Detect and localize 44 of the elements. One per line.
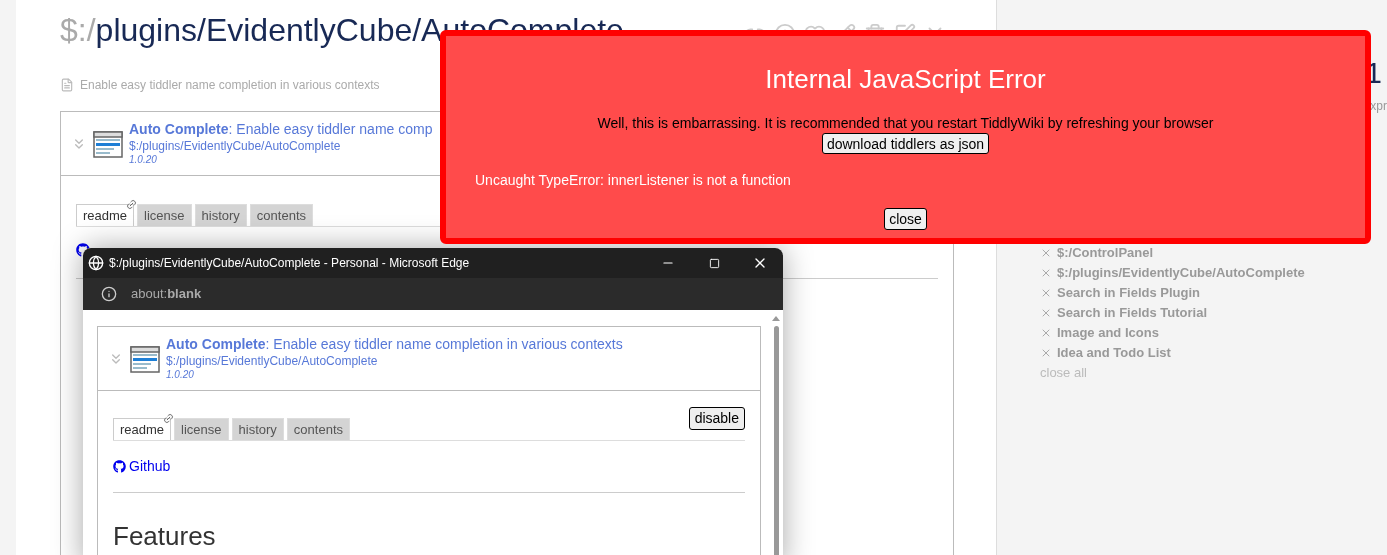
disable-button[interactable]: disable [688, 407, 745, 430]
plugin-path-link[interactable]: $:/plugins/EvidentlyCube/AutoComplete [166, 353, 623, 369]
maximize-icon [708, 257, 720, 269]
error-message: Well, this is embarrassing. It is recommended that you restart TiddlyWiki by refreshing your browser [597, 115, 1214, 131]
plugin-tab[interactable]: license [174, 418, 229, 440]
tiddler-subtitle: Enable easy tiddler name completion in various contexts [80, 77, 380, 94]
plugin-path-link[interactable]: $:/plugins/EvidentlyCube/AutoComplete [129, 138, 433, 154]
plugin-window-icon [130, 343, 160, 374]
globe-icon [88, 255, 104, 271]
open-tiddler-link[interactable]: $:/plugins/EvidentlyCube/AutoComplete [1057, 263, 1305, 283]
plugin-tab[interactable]: contents [249, 204, 313, 226]
error-title: Internal JavaScript Error [765, 63, 1046, 96]
address-text: about:blank [131, 285, 202, 304]
features-heading: Features [113, 520, 217, 553]
github-link[interactable]: Github [113, 456, 171, 477]
open-tiddler-link[interactable]: Idea and Todo List [1057, 343, 1171, 363]
close-icon[interactable] [1040, 287, 1052, 299]
github-icon [113, 460, 126, 473]
error-details: Uncaught TypeError: innerListener is not a function [475, 171, 791, 190]
window-title: $:/plugins/EvidentlyCube/AutoComplete - Personal - Microsoft Edge [109, 255, 471, 272]
plugin-tab[interactable]: contents [286, 418, 350, 440]
close-icon[interactable] [1040, 267, 1052, 279]
close-icon[interactable] [1040, 327, 1052, 339]
plugin-tab[interactable]: history [231, 418, 284, 440]
close-icon[interactable] [1040, 247, 1052, 259]
plugin-tab[interactable]: license [137, 204, 192, 226]
plugin-tab[interactable]: history [194, 204, 247, 226]
info-icon[interactable] [101, 286, 117, 302]
close-icon[interactable] [1040, 307, 1052, 319]
title-prefix: $:/ [60, 12, 96, 48]
open-tiddler-link[interactable]: Search in Fields Tutorial [1057, 303, 1207, 323]
open-tiddler-link[interactable]: $:/ControlPanel [1057, 243, 1154, 263]
close-button[interactable]: close [884, 208, 927, 230]
plugin-version: 1.0.20 [166, 368, 195, 381]
open-tiddler-link[interactable]: Search in Fields Plugin [1057, 283, 1201, 303]
site-subtitle: xpr [1370, 98, 1387, 115]
download-button[interactable]: download tiddlers as json [821, 133, 990, 154]
plugin-window-icon [93, 128, 123, 159]
plugin-heading-link[interactable]: Auto Complete: Enable easy tiddler name comp [129, 121, 433, 139]
document-icon [60, 78, 74, 92]
plugin-heading-link[interactable]: Auto Complete: Enable easy tiddler name completion in various contexts [166, 336, 623, 354]
close-icon[interactable] [1040, 347, 1052, 359]
plugin-version: 1.0.20 [129, 153, 158, 166]
open-tiddler-link[interactable]: Image and Icons [1057, 323, 1159, 343]
